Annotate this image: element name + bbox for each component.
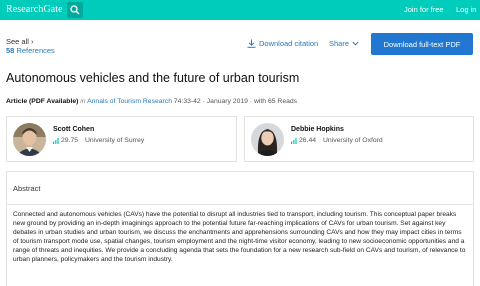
references-link[interactable]: 58 References: [6, 46, 55, 55]
search-icon: [70, 5, 80, 15]
author-affiliation: University of Oxford: [323, 137, 383, 144]
chevron-down-icon: [352, 41, 359, 46]
author-name[interactable]: Debbie Hopkins: [291, 126, 344, 133]
author-card[interactable]: Debbie Hopkins 26.44 University of Oxfor…: [244, 116, 474, 162]
log-in-link[interactable]: Log in: [456, 5, 476, 14]
top-navigation-bar: ResearchGate Join for free Log in: [0, 0, 480, 20]
rg-score-icon: [53, 137, 59, 144]
references-count: 58: [6, 46, 15, 55]
author-stats: 26.44 University of Oxford: [291, 137, 383, 144]
download-citation-label: Download citation: [259, 39, 319, 48]
download-citation-button[interactable]: Download citation: [247, 39, 318, 48]
join-for-free-link[interactable]: Join for free: [404, 5, 444, 14]
author-affiliation: University of Surrey: [85, 137, 145, 144]
download-full-text-button[interactable]: Download full-text PDF: [371, 33, 473, 55]
in-label: in: [80, 98, 86, 105]
journal-link[interactable]: Annals of Tourism Research: [87, 98, 172, 105]
abstract-header: Abstract: [7, 172, 473, 205]
see-all-link[interactable]: See all ›: [6, 37, 34, 46]
avatar[interactable]: [13, 123, 46, 156]
author-stats: 29.75 University of Surrey: [53, 137, 144, 144]
references-label: References: [16, 46, 55, 55]
author-name[interactable]: Scott Cohen: [53, 126, 94, 133]
author-card[interactable]: Scott Cohen 29.75 University of Surrey: [6, 116, 237, 162]
download-icon: [247, 39, 256, 48]
search-button[interactable]: [67, 2, 83, 18]
article-date: · January 2019: [202, 98, 248, 105]
article-reads: · with 65 Reads: [249, 98, 298, 105]
author-photo: [251, 123, 284, 156]
rg-score: 26.44: [299, 137, 317, 144]
avatar[interactable]: [251, 123, 284, 156]
article-title: Autonomous vehicles and the future of ur…: [6, 71, 300, 85]
abstract-text: Connected and autonomous vehicles (CAVs)…: [13, 211, 466, 263]
brand-logo[interactable]: ResearchGate: [6, 4, 63, 15]
abstract-section: Abstract Connected and autonomous vehicl…: [6, 171, 474, 286]
article-meta: Article (PDF Available) in Annals of Tou…: [6, 98, 297, 105]
abstract-heading: Abstract: [13, 184, 41, 193]
share-label: Share: [329, 39, 350, 48]
share-button[interactable]: Share: [329, 39, 359, 48]
article-pages: 74:33-42: [173, 98, 201, 105]
author-photo: [13, 123, 46, 156]
article-type: Article (PDF Available): [6, 98, 79, 105]
rg-score-icon: [291, 137, 297, 144]
rg-score: 29.75: [61, 137, 79, 144]
